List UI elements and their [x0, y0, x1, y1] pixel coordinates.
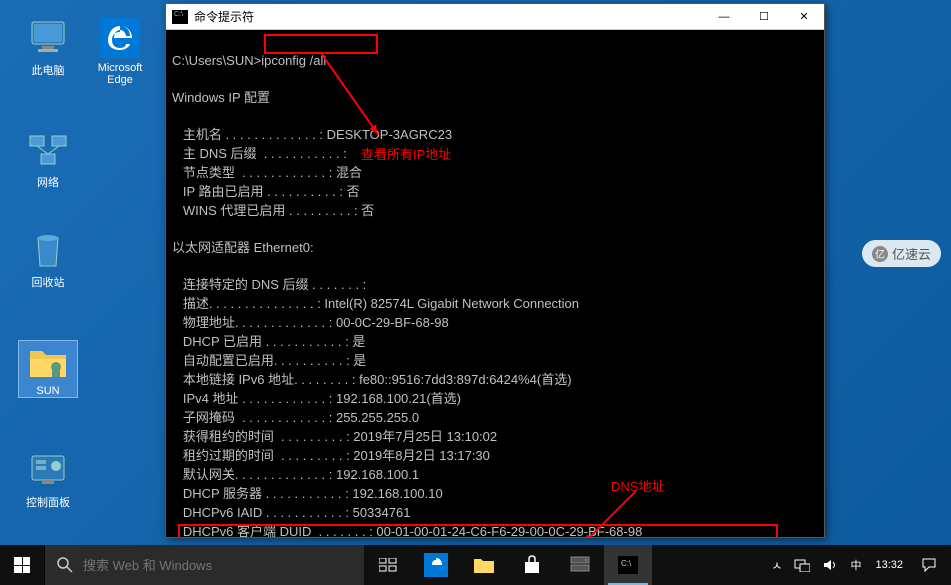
desktop-icon-this-pc[interactable]: 此电脑	[18, 18, 78, 78]
taskbar-cmd[interactable]: C:\	[604, 545, 652, 585]
desktop-icon-edge[interactable]: Microsoft Edge	[88, 18, 152, 86]
close-button[interactable]: ✕	[784, 4, 824, 30]
cmd-adapter-block: 连接特定的 DNS 后缀 . . . . . . . : 描述. . . . .…	[172, 277, 642, 537]
desktop-label: 此电脑	[32, 65, 65, 77]
cmd-command: ipconfig /all	[261, 53, 326, 68]
desktop-label: 回收站	[32, 277, 65, 289]
search-icon	[57, 557, 73, 573]
taskbar-edge[interactable]	[412, 545, 460, 585]
tray-ime-icon[interactable]: 中	[844, 545, 867, 585]
annotation-text-2: DNS地址	[611, 478, 664, 496]
watermark: 亿 亿速云	[862, 240, 941, 267]
search-input[interactable]	[83, 558, 352, 573]
svg-text:C:\: C:\	[621, 559, 632, 568]
desktop-label: Microsoft Edge	[98, 62, 143, 86]
desktop-label: 控制面板	[26, 497, 70, 509]
annotation-arrow-1	[320, 52, 379, 135]
desktop-label: SUN	[36, 385, 59, 397]
search-box[interactable]	[44, 545, 364, 585]
tray-volume-icon[interactable]	[816, 545, 844, 585]
tray-clock[interactable]: 13:32	[867, 545, 911, 585]
annotation-box-command	[264, 34, 378, 54]
cmd-adapter-heading: 以太网适配器 Ethernet0:	[172, 240, 314, 255]
annotation-text-1: 查看所有IP地址	[361, 146, 451, 164]
tray-chevron[interactable]: ㅅ	[765, 545, 788, 585]
start-button[interactable]	[0, 545, 44, 585]
desktop-label: 网络	[37, 177, 59, 189]
terminal-body[interactable]: C:\Users\SUN>ipconfig /all Windows IP 配置…	[166, 30, 824, 537]
desktop-icon-recycle-bin[interactable]: 回收站	[18, 230, 78, 290]
desktop-icon-control-panel[interactable]: 控制面板	[18, 450, 78, 510]
maximize-button[interactable]: ☐	[744, 4, 784, 30]
taskbar-store[interactable]	[508, 545, 556, 585]
window-title: 命令提示符	[194, 8, 254, 25]
tray-network-icon[interactable]	[788, 545, 816, 585]
windows-logo-icon	[14, 557, 30, 573]
minimize-button[interactable]: —	[704, 4, 744, 30]
task-view-button[interactable]	[364, 545, 412, 585]
action-center-button[interactable]	[911, 545, 947, 585]
command-prompt-window: 命令提示符 — ☐ ✕ C:\Users\SUN>ipconfig /all W…	[165, 3, 825, 538]
cmd-heading: Windows IP 配置	[172, 90, 270, 105]
desktop-icon-network[interactable]: 网络	[18, 130, 78, 190]
cmd-icon	[172, 10, 188, 24]
taskbar-server-manager[interactable]	[556, 545, 604, 585]
system-tray: ㅅ 中 13:32	[765, 545, 951, 585]
taskbar: C:\ ㅅ 中 13:32	[0, 545, 951, 585]
taskbar-file-explorer[interactable]	[460, 545, 508, 585]
titlebar[interactable]: 命令提示符 — ☐ ✕	[166, 4, 824, 30]
cmd-prompt: C:\Users\SUN>	[172, 53, 261, 68]
watermark-icon: 亿	[872, 246, 888, 262]
cmd-config-block: 主机名 . . . . . . . . . . . . . : DESKTOP-…	[172, 127, 452, 218]
watermark-text: 亿速云	[892, 244, 931, 263]
desktop-icon-sun-folder[interactable]: SUN	[18, 340, 78, 398]
